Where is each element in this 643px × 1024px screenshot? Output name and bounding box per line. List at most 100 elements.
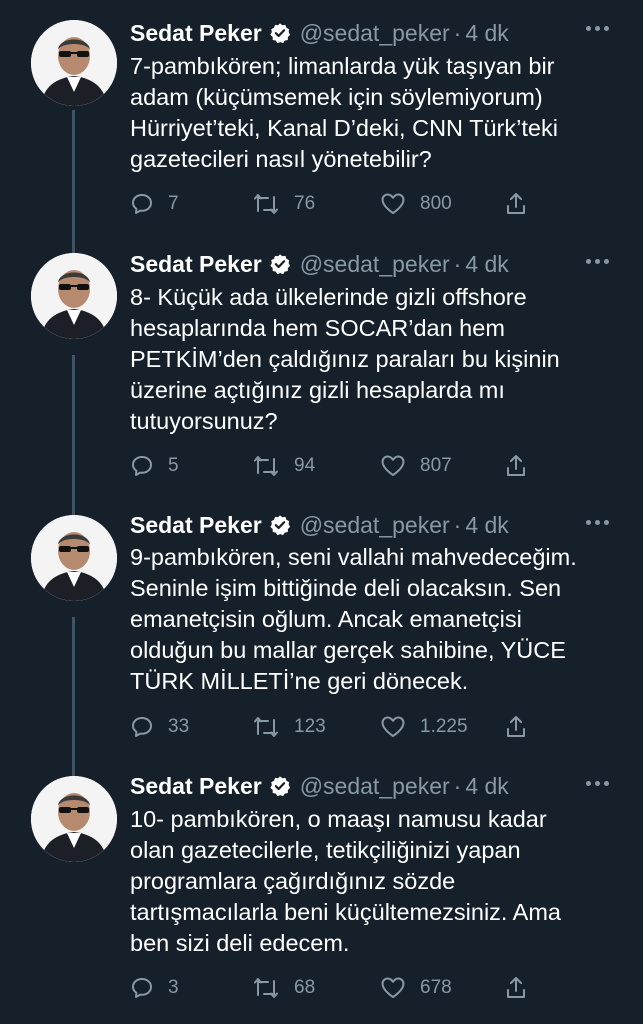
tweet-text-line: Hürriyet’teki, Kanal D’deki, CNN Türk’te… <box>130 115 558 141</box>
like-button[interactable]: 678 <box>380 973 452 1003</box>
author-name[interactable]: Sedat Peker <box>130 251 262 278</box>
timestamp[interactable]: 4 dk <box>465 20 508 47</box>
verified-badge-icon <box>269 253 291 275</box>
tweet-text-line: 9-pambıkören, seni vallahi mahvedeceğim. <box>130 544 577 570</box>
more-options-icon[interactable] <box>586 781 609 786</box>
timestamp[interactable]: 4 dk <box>465 512 508 539</box>
tweet-thread: Sedat Peker @sedat_peker · 4 dk 7-pambık… <box>0 0 643 1024</box>
heart-icon <box>381 193 405 214</box>
tweet-text-line: olduğun bu mallar gerçek sahibine, YÜCE <box>130 637 566 663</box>
heart-icon <box>381 716 405 737</box>
tweet[interactable]: Sedat Peker @sedat_peker · 4 dk 9-pambık… <box>0 501 643 783</box>
author-name[interactable]: Sedat Peker <box>130 20 262 47</box>
reply-icon <box>132 194 152 214</box>
retweet-count: 76 <box>294 193 316 214</box>
tweet-text-line: hesaplarında hem SOCAR’dan hem <box>130 315 505 341</box>
reply-button[interactable]: 5 <box>130 451 179 481</box>
tweet-header: Sedat Peker @sedat_peker · 4 dk <box>130 17 509 49</box>
like-count: 807 <box>420 455 452 476</box>
retweet-count: 123 <box>294 716 326 737</box>
tweet-actions: 3 68 678 <box>130 973 540 1003</box>
tweet[interactable]: Sedat Peker @sedat_peker · 4 dk 10- pamb… <box>0 762 643 1024</box>
tweet-text-line: 7-pambıkören; limanlarda yük taşıyan bir <box>130 53 555 79</box>
tweet-text-line: emanetçisin oğlum. Ancak emanetçisi <box>130 606 522 632</box>
timestamp[interactable]: 4 dk <box>465 773 508 800</box>
tweet-text-line: TÜRK MİLLETİ’ne geri dönecek. <box>130 668 469 694</box>
reply-count: 5 <box>168 455 179 476</box>
like-count: 800 <box>420 193 452 214</box>
thread-connector <box>72 355 75 521</box>
separator-dot: · <box>453 19 462 46</box>
author-name[interactable]: Sedat Peker <box>130 512 262 539</box>
share-icon <box>507 455 525 476</box>
author-handle[interactable]: @sedat_peker <box>300 773 450 800</box>
author-handle[interactable]: @sedat_peker <box>300 251 450 278</box>
tweet-text-line: üzerine açtığınız gizli hesaplarda mı <box>130 377 505 403</box>
separator-dot: · <box>453 511 462 538</box>
author-handle[interactable]: @sedat_peker <box>300 20 450 47</box>
tweet-text-line: programlara çağırdığınız sözde <box>130 868 456 894</box>
retweet-icon <box>254 978 278 998</box>
reply-count: 3 <box>168 977 179 998</box>
like-button[interactable]: 807 <box>380 451 452 481</box>
tweet-text: 9-pambıkören, seni vallahi mahvedeceğim.… <box>130 542 590 697</box>
tweet-actions: 33 123 1.225 <box>130 712 540 742</box>
retweet-count: 68 <box>294 977 316 998</box>
like-button[interactable]: 800 <box>380 189 452 219</box>
verified-badge-icon <box>269 514 291 536</box>
separator-dot: · <box>453 772 462 799</box>
timestamp[interactable]: 4 dk <box>465 251 508 278</box>
tweet-text-line: Seninle işim bittiğinde deli olacaksın. … <box>130 575 562 601</box>
tweet[interactable]: Sedat Peker @sedat_peker · 4 dk 7-pambık… <box>0 0 643 261</box>
reply-icon <box>132 456 152 476</box>
tweet-header: Sedat Peker @sedat_peker · 4 dk <box>130 770 509 802</box>
more-options-icon[interactable] <box>586 520 609 525</box>
author-handle[interactable]: @sedat_peker <box>300 512 450 539</box>
heart-icon <box>381 455 405 476</box>
tweet-text-line: olan gazetecilerle, tetikçiliğinizi yapa… <box>130 837 521 863</box>
tweet-text-line: 8- Küçük ada ülkelerinde gizli offshore <box>130 284 527 310</box>
reply-button[interactable]: 7 <box>130 189 179 219</box>
heart-icon <box>381 977 405 998</box>
share-icon <box>507 977 525 998</box>
author-name[interactable]: Sedat Peker <box>130 773 262 800</box>
tweet-text-line: ben sizi deli edecem. <box>130 930 350 956</box>
thread-connector <box>72 762 75 776</box>
retweet-icon <box>254 717 278 737</box>
retweet-button[interactable]: 94 <box>252 451 315 481</box>
tweet[interactable]: Sedat Peker @sedat_peker · 4 dk 8- Küçük… <box>0 239 643 521</box>
verified-badge-icon <box>269 22 291 44</box>
avatar[interactable] <box>31 20 117 106</box>
tweet-actions: 5 94 807 <box>130 451 540 481</box>
more-options-icon[interactable] <box>586 259 609 264</box>
reply-count: 7 <box>168 193 179 214</box>
like-count: 1.225 <box>420 716 468 737</box>
tweet-text-line: gazetecileri nasıl yönetebilir? <box>130 146 432 172</box>
tweet-text: 10- pambıkören, o maaşı namusu kadar ola… <box>130 804 590 959</box>
reply-button[interactable]: 33 <box>130 712 189 742</box>
like-button[interactable]: 1.225 <box>380 712 468 742</box>
retweet-button[interactable]: 76 <box>252 189 315 219</box>
share-button[interactable] <box>504 189 528 219</box>
share-icon <box>507 716 525 737</box>
retweet-button[interactable]: 123 <box>252 712 326 742</box>
share-icon <box>507 193 525 214</box>
avatar[interactable] <box>31 515 117 601</box>
share-button[interactable] <box>504 712 528 742</box>
tweet-text-line: adam (küçümsemek için söylemiyorum) <box>130 84 543 110</box>
like-count: 678 <box>420 977 452 998</box>
separator-dot: · <box>453 250 462 277</box>
tweet-text: 7-pambıkören; limanlarda yük taşıyan bir… <box>130 51 590 175</box>
avatar[interactable] <box>31 253 117 339</box>
share-button[interactable] <box>504 451 528 481</box>
tweet-header: Sedat Peker @sedat_peker · 4 dk <box>130 509 509 541</box>
retweet-icon <box>254 194 278 214</box>
retweet-button[interactable]: 68 <box>252 973 315 1003</box>
share-button[interactable] <box>504 973 528 1003</box>
verified-badge-icon <box>269 775 291 797</box>
avatar[interactable] <box>31 776 117 862</box>
tweet-header: Sedat Peker @sedat_peker · 4 dk <box>130 248 509 280</box>
more-options-icon[interactable] <box>586 26 609 31</box>
thread-connector <box>72 239 75 253</box>
reply-button[interactable]: 3 <box>130 973 179 1003</box>
